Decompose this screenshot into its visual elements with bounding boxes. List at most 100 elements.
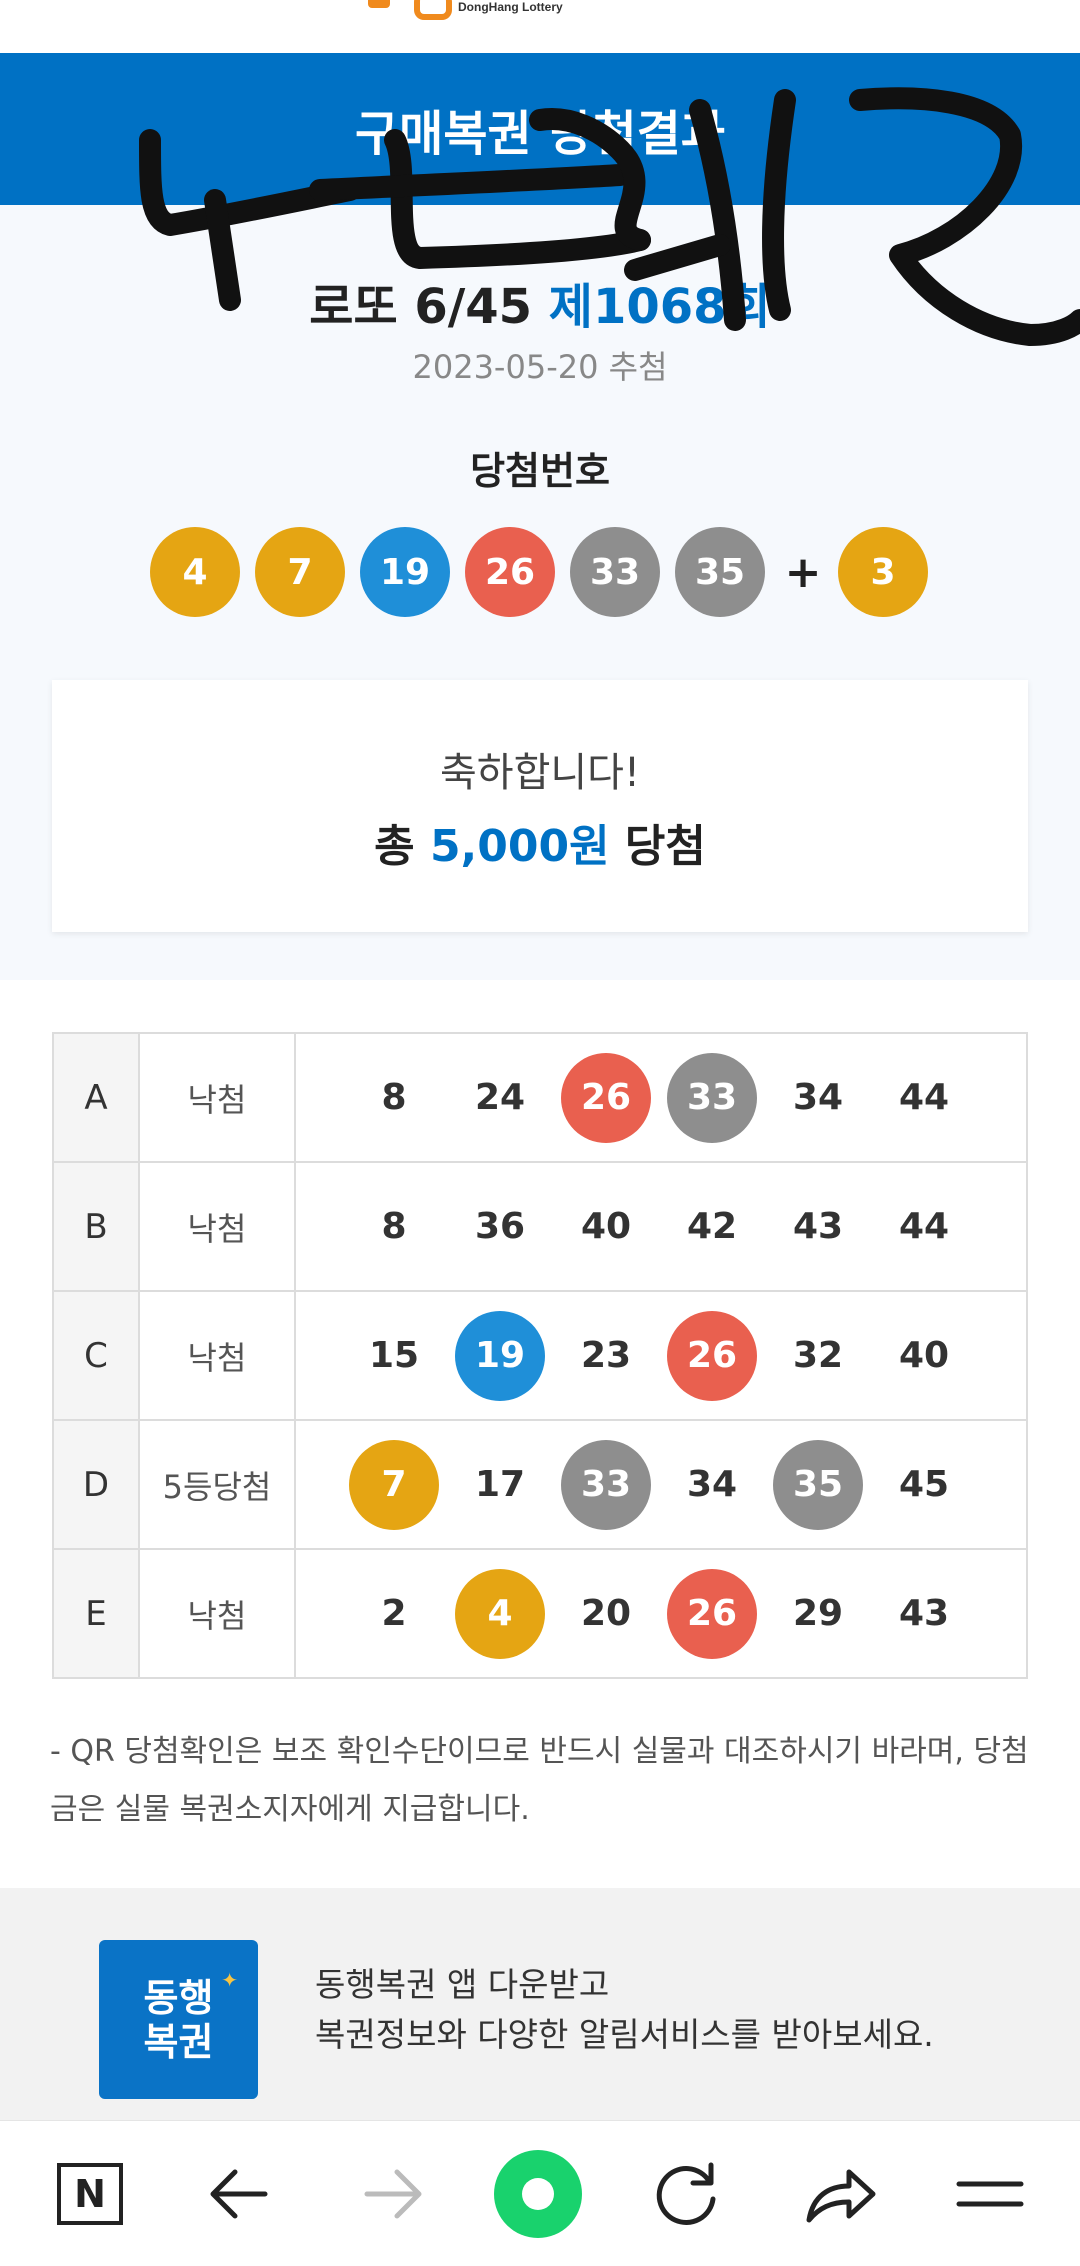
game-result: 낙첨: [138, 1290, 296, 1421]
ticket-number: 32: [792, 1335, 844, 1376]
matched-number-ball: 19: [455, 1310, 545, 1401]
ticket-number: 8: [381, 1206, 407, 1247]
game-label: E: [52, 1548, 140, 1679]
game-result: 5등당첨: [138, 1419, 296, 1550]
confetti-icon: ✦: [221, 1968, 238, 1992]
game-numbers: 2 4 20 26 29 43: [294, 1548, 1028, 1679]
back-arrow-icon: [210, 2169, 268, 2219]
prize-prefix: 총: [374, 821, 430, 872]
winning-ball-6: 35: [675, 527, 765, 617]
bonus-plus-sign: +: [784, 546, 822, 598]
promo-line1: 동행복권 앱 다운받고: [315, 1965, 610, 2004]
prize-line: 총 5,000원 당첨: [52, 810, 1028, 874]
winning-ball-2: 7: [255, 527, 345, 617]
game-numbers: 8 36 40 42 43 44: [294, 1161, 1028, 1292]
logo-text: DongHang Lottery: [458, 0, 563, 14]
game-numbers: 8 24 26 33 34 44: [294, 1032, 1028, 1163]
prize-amount: 5,000원: [429, 821, 610, 872]
menu-icon: [956, 2181, 1024, 2207]
matched-number-ball: 26: [561, 1052, 651, 1143]
matched-number-ball: 26: [667, 1568, 757, 1659]
logo-mark-icon: [368, 0, 390, 8]
svg-text:N: N: [74, 2172, 106, 2216]
table-row: C 낙첨 15 19 23 26 32 40: [52, 1290, 1028, 1421]
game-numbers: 15 19 23 26 32 40: [294, 1290, 1028, 1421]
game-label: A: [52, 1032, 140, 1163]
game-result: 낙첨: [138, 1032, 296, 1163]
donghang-logo-icon: [414, 0, 452, 20]
green-dot-button[interactable]: [490, 2146, 586, 2242]
table-row: B 낙첨 8 36 40 42 43 44: [52, 1161, 1028, 1292]
browser-bottom-bar: N: [0, 2120, 1080, 2266]
congrats-card: 축하합니다! 총 5,000원 당첨: [52, 680, 1028, 932]
game-name: 로또 6/45: [309, 279, 533, 335]
table-row: D 5등당첨 7 17 33 34 35 45: [52, 1419, 1028, 1550]
ticket-number: 45: [898, 1464, 950, 1505]
draw-title: 로또 6/45 제1068회: [0, 267, 1080, 337]
ticket-number: 17: [474, 1464, 526, 1505]
ticket-number: 23: [580, 1335, 632, 1376]
app-promo-banner[interactable]: ✦ 동행 복권 동행복권 앱 다운받고 복권정보와 다양한 알림서비스를 받아보…: [0, 1888, 1080, 2120]
ticket-number: 40: [580, 1206, 632, 1247]
congrats-message: 축하합니다!: [439, 750, 641, 796]
draw-date: 2023-05-20 추첨: [412, 348, 668, 386]
winning-ball-5: 33: [570, 527, 660, 617]
back-button[interactable]: [200, 2159, 280, 2229]
ticket-number: 42: [686, 1206, 738, 1247]
draw-summary: 로또 6/45 제1068회 2023-05-20 추첨 당첨번호 + 4 7 19…: [0, 205, 1080, 980]
ticket-number: 24: [474, 1077, 526, 1118]
ticket-number: 2: [381, 1593, 407, 1634]
winning-numbers: + 4 7 19 26 33 35 3: [0, 527, 1080, 617]
game-label: C: [52, 1290, 140, 1421]
matched-number-ball: 7: [349, 1439, 439, 1530]
winning-ball-3: 19: [360, 527, 450, 617]
green-circle-icon: [494, 2150, 582, 2238]
bonus-ball: 3: [838, 527, 928, 617]
game-result: 낙첨: [138, 1161, 296, 1292]
game-result: 낙첨: [138, 1548, 296, 1679]
promo-logo-line2: 복권: [143, 2019, 214, 2064]
table-row: A 낙첨 8 24 26 33 34 44: [52, 1032, 1028, 1163]
ticket-number: 29: [792, 1593, 844, 1634]
naver-home-button[interactable]: N: [50, 2159, 130, 2229]
page-title: 구매복권 당첨결과: [355, 106, 725, 162]
share-icon: [806, 2169, 876, 2223]
matched-number-ball: 4: [455, 1568, 545, 1659]
ticket-number: 43: [792, 1206, 844, 1247]
matched-number-ball: 33: [667, 1052, 757, 1143]
game-label: B: [52, 1161, 140, 1292]
ticket-number: 44: [898, 1206, 950, 1247]
matched-number-ball: 26: [667, 1310, 757, 1401]
table-row: E 낙첨 2 4 20 26 29 43: [52, 1548, 1028, 1679]
matched-number-ball: 35: [773, 1439, 863, 1530]
donghang-app-logo-icon[interactable]: ✦ 동행 복권: [99, 1940, 258, 2099]
promo-line2: 복권정보와 다양한 알림서비스를 받아보세요.: [315, 2015, 934, 2054]
ticket-number: 34: [686, 1464, 738, 1505]
naver-home-icon: N: [57, 2163, 123, 2225]
draw-round: 제1068회: [548, 279, 771, 335]
ticket-number: 43: [898, 1593, 950, 1634]
page-header: 구매복권 당첨결과: [0, 53, 1080, 205]
forward-button[interactable]: [352, 2159, 432, 2229]
forward-arrow-icon: [364, 2169, 422, 2219]
reload-button[interactable]: [648, 2159, 728, 2229]
promo-text: 동행복권 앱 다운받고 복권정보와 다양한 알림서비스를 받아보세요.: [315, 1960, 934, 2060]
qr-notice: - QR 당첨확인은 보조 확인수단이므로 반드시 실물과 대조하시기 바라며,…: [50, 1734, 1029, 1827]
share-button[interactable]: [800, 2159, 880, 2229]
winning-ball-4: 26: [465, 527, 555, 617]
game-numbers: 7 17 33 34 35 45: [294, 1419, 1028, 1550]
ticket-number: 20: [580, 1593, 632, 1634]
winning-numbers-label: 당첨번호: [470, 449, 610, 493]
ticket-number: 15: [368, 1335, 420, 1376]
ticket-number: 34: [792, 1077, 844, 1118]
ticket-games-table: A 낙첨 8 24 26 33 34 44 B 낙첨 8 36 40 42 43 44 C 낙첨 15 19 23 26 3…: [52, 1032, 1028, 1679]
ticket-number: 40: [898, 1335, 950, 1376]
logo-strip: DongHang Lottery: [0, 0, 1080, 53]
matched-number-ball: 33: [561, 1439, 651, 1530]
game-label: D: [52, 1419, 140, 1550]
winning-ball-1: 4: [150, 527, 240, 617]
ticket-number: 44: [898, 1077, 950, 1118]
menu-button[interactable]: [950, 2159, 1030, 2229]
ticket-number: 8: [381, 1077, 407, 1118]
reload-icon: [656, 2162, 716, 2225]
